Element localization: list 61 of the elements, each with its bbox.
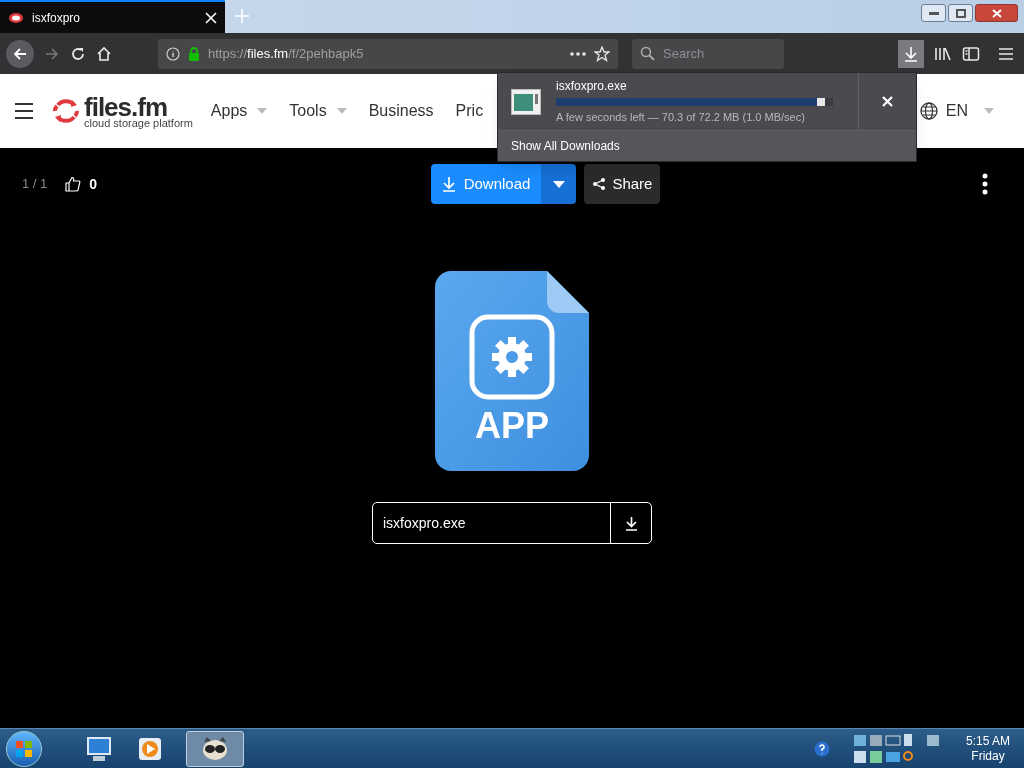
- share-icon: [592, 177, 607, 191]
- menu-icon[interactable]: [14, 102, 34, 120]
- like-count: 0: [89, 174, 98, 194]
- close-icon: [991, 8, 1002, 18]
- search-icon: [640, 46, 655, 61]
- computer-icon[interactable]: [84, 734, 114, 763]
- logo-tagline: cloud storage platform: [84, 117, 193, 129]
- start-button[interactable]: [6, 730, 42, 767]
- info-icon[interactable]: [166, 46, 180, 61]
- clock-time: 5:15 AM: [965, 733, 1010, 749]
- nav-item[interactable]: Apps: [210, 99, 268, 123]
- nav-item[interactable]: Pric: [455, 99, 484, 123]
- close-icon[interactable]: [882, 96, 893, 107]
- close-icon[interactable]: [205, 11, 217, 24]
- caret-icon: [257, 108, 268, 114]
- raccoon-app-button[interactable]: [186, 730, 244, 767]
- reload-icon[interactable]: [70, 45, 86, 62]
- cloud-icon: [8, 11, 24, 24]
- file-type-label: APP: [474, 408, 550, 444]
- lock-icon: [188, 46, 200, 61]
- help-icon[interactable]: [813, 740, 830, 757]
- clock-day: Friday: [971, 748, 1005, 764]
- caret-icon: [552, 180, 565, 188]
- more-options-icon[interactable]: [982, 173, 988, 195]
- language-selector[interactable]: EN: [919, 99, 994, 123]
- logo-text: files.fm: [84, 93, 168, 120]
- close-button[interactable]: [975, 4, 1018, 22]
- dropdown-button[interactable]: [541, 164, 577, 204]
- url-text: https://files.fm/f/2pehbapk5: [208, 44, 365, 63]
- caret-icon: [984, 108, 994, 114]
- nav-item[interactable]: Business: [368, 99, 434, 123]
- thumbs-up-icon[interactable]: [65, 176, 82, 192]
- back-arrow-icon: [12, 45, 28, 62]
- download-status: A few seconds left — 70.3 of 72.2 MB (1.0 MB/sec): [556, 110, 806, 126]
- show-all-downloads-link[interactable]: Show All Downloads: [511, 137, 620, 155]
- program-icon: [511, 88, 541, 115]
- download-icon: [904, 45, 918, 62]
- downloads-button[interactable]: [898, 39, 924, 68]
- caret-icon: [336, 108, 347, 114]
- address-bar[interactable]: https://files.fm/f/2pehbapk5: [158, 38, 618, 69]
- minimize-button[interactable]: [921, 4, 946, 22]
- star-icon[interactable]: [594, 45, 610, 62]
- more-icon[interactable]: [570, 51, 586, 56]
- file-name: isxfoxpro.exe: [382, 513, 467, 533]
- download-icon: [441, 176, 456, 192]
- forward-icon[interactable]: [44, 45, 60, 62]
- tab-title: isxfoxpro: [32, 9, 82, 27]
- share-button[interactable]: Share: [584, 164, 661, 204]
- library-icon[interactable]: [934, 45, 952, 62]
- nav-item[interactable]: Tools: [289, 99, 347, 123]
- logo-icon: [52, 97, 80, 125]
- restore-button[interactable]: [948, 4, 973, 22]
- page-counter: 1 / 1: [22, 175, 48, 194]
- sidebar-icon[interactable]: [962, 45, 980, 62]
- back-button[interactable]: [6, 39, 34, 68]
- globe-icon: [919, 102, 938, 120]
- home-icon[interactable]: [96, 45, 112, 62]
- windows-logo-icon: [15, 739, 33, 758]
- browser-tab[interactable]: isxfoxpro: [0, 0, 225, 33]
- download-icon: [624, 515, 638, 531]
- download-file-name: isxfoxpro.exe: [556, 78, 628, 96]
